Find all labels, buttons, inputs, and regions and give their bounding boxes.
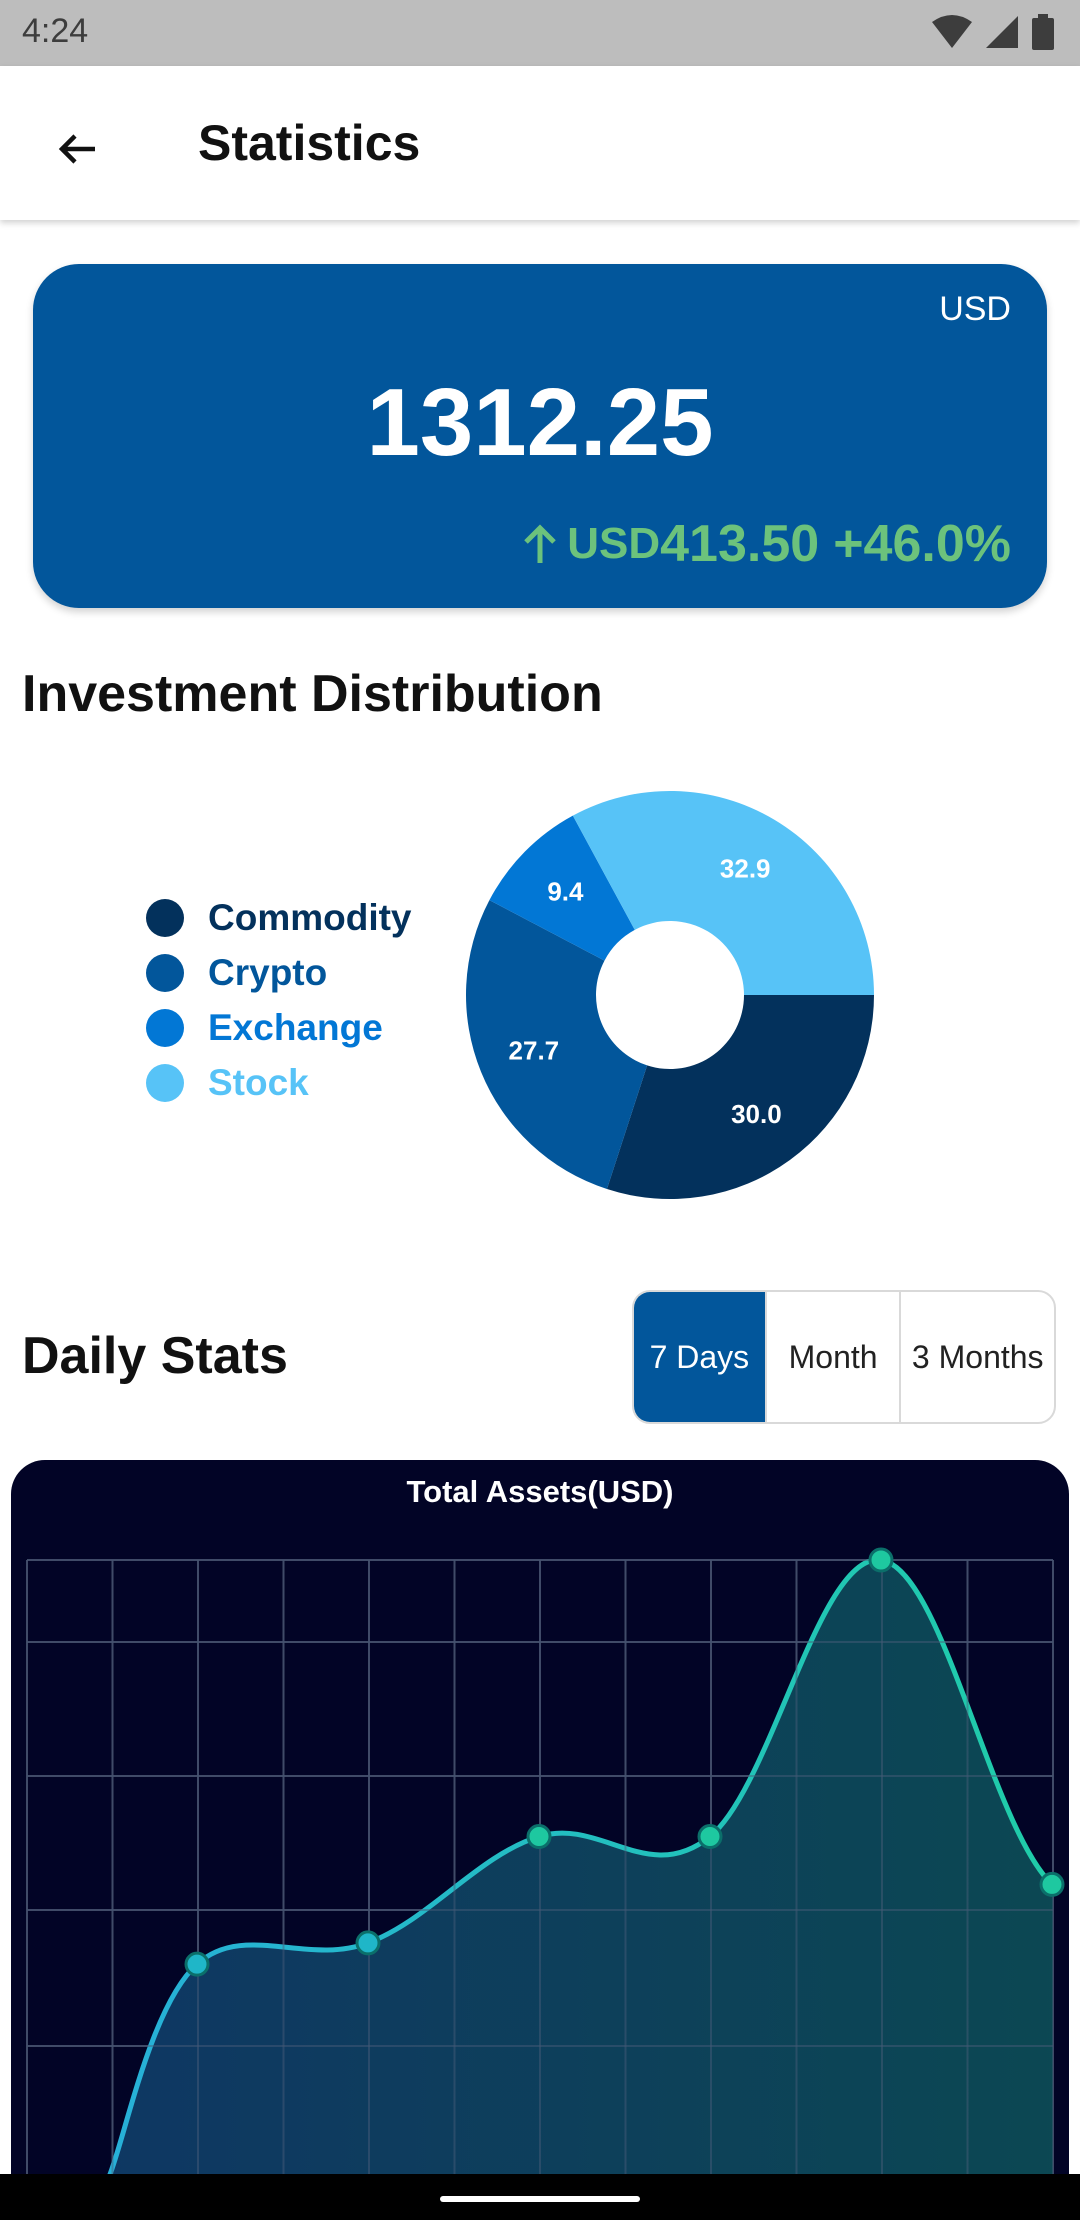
navigation-bar [0, 2174, 1080, 2220]
chart-point[interactable] [697, 1824, 723, 1850]
chart-point[interactable] [1039, 1871, 1065, 1897]
total-assets-chart-card: Total Assets(USD) [11, 1460, 1069, 2180]
status-icons [932, 14, 1054, 50]
back-button[interactable] [40, 112, 114, 186]
legend-dot [146, 953, 184, 992]
distribution-donut-chart: 30.0 27.7 9.4 32.9 [465, 791, 874, 1199]
legend-item-stock[interactable]: Stock [146, 1055, 412, 1110]
status-bar: 4:24 [0, 0, 1080, 66]
balance-change-prefix: USD [567, 519, 661, 568]
legend-item-exchange[interactable]: Exchange [146, 1000, 412, 1055]
legend-dot [146, 898, 184, 937]
donut-slice-label: 30.0 [731, 1099, 782, 1129]
chart-area-fill [109, 1559, 1053, 2180]
app-bar: Statistics [0, 66, 1080, 220]
balance-currency: USD [939, 290, 1011, 328]
legend-dot [146, 1063, 184, 1102]
period-tab-3-months[interactable]: 3 Months [901, 1292, 1054, 1422]
page-title: Statistics [198, 115, 421, 171]
total-assets-area-chart [26, 1547, 1065, 2180]
chart-point[interactable] [868, 1547, 894, 1573]
period-tab-month[interactable]: Month [767, 1292, 902, 1422]
period-segmented-control: 7 Days Month 3 Months [632, 1290, 1056, 1424]
distribution-title: Investment Distribution [22, 665, 603, 723]
legend-item-commodity[interactable]: Commodity [146, 890, 412, 945]
signal-icon [986, 16, 1018, 48]
arrow-left-icon [58, 134, 95, 164]
battery-icon [1032, 14, 1054, 50]
donut-slice-label: 9.4 [547, 877, 584, 907]
status-time: 4:24 [22, 12, 89, 50]
arrow-up-icon [524, 524, 557, 563]
legend-item-crypto[interactable]: Crypto [146, 945, 412, 1000]
legend-label: Stock [208, 1061, 309, 1103]
balance-change-percent: +46.0% [833, 515, 1011, 573]
daily-stats-title: Daily Stats [22, 1327, 288, 1385]
balance-change-value: 413.50 [660, 515, 820, 573]
home-indicator[interactable] [440, 2196, 640, 2202]
balance-amount: 1312.25 [366, 369, 714, 476]
legend-label: Exchange [208, 1006, 383, 1048]
distribution-legend: Commodity Crypto Exchange Stock [146, 890, 412, 1110]
period-tab-7-days[interactable]: 7 Days [634, 1292, 767, 1422]
balance-card: USD 1312.25 USD 413.50 +46.0% [33, 264, 1047, 608]
donut-slice-stock[interactable] [572, 791, 874, 995]
donut-slice-label: 32.9 [720, 854, 771, 884]
legend-label: Crypto [208, 951, 328, 993]
wifi-icon [932, 15, 972, 48]
donut-slice-label: 27.7 [509, 1035, 560, 1065]
chart-point[interactable] [355, 1930, 381, 1956]
chart-point[interactable] [526, 1824, 552, 1850]
chart-point[interactable] [184, 1951, 210, 1977]
donut-slice-commodity[interactable] [606, 995, 874, 1199]
balance-change: USD 413.50 +46.0% [517, 514, 1011, 574]
legend-dot [146, 1008, 184, 1047]
legend-label: Commodity [208, 896, 412, 938]
